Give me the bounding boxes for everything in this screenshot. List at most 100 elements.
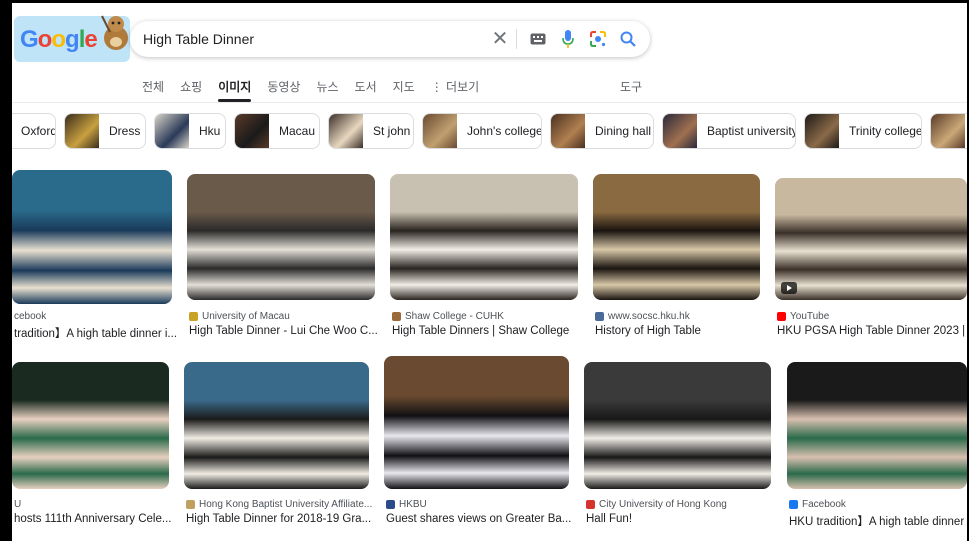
tab-3[interactable]: 동영상 [267, 78, 300, 100]
chip-thumbnail [235, 114, 269, 148]
result-thumbnail[interactable] [593, 174, 760, 300]
chip-label: Oxford [21, 124, 56, 138]
result-thumbnail[interactable] [12, 362, 169, 489]
result-title[interactable]: hosts 111th Anniversary Cele... [14, 513, 181, 525]
chip-7[interactable]: Baptist university [662, 113, 796, 149]
tab-1[interactable]: 쇼핑 [180, 78, 202, 100]
chip-label: Baptist university [707, 124, 796, 138]
result-thumbnail[interactable] [775, 178, 967, 300]
favicon-icon [186, 500, 195, 509]
result-source[interactable]: HKBU [386, 499, 581, 510]
chip-6[interactable]: Dining hall [550, 113, 654, 149]
result-title[interactable]: HKU PGSA High Table Dinner 2023 | C [777, 325, 969, 337]
result-source[interactable]: Shaw College - CUHK [392, 311, 590, 322]
chip-9[interactable] [930, 113, 967, 149]
chip-label: St john [373, 124, 411, 138]
source-name: HKBU [399, 499, 427, 510]
tab-2[interactable]: 이미지 [218, 78, 252, 102]
related-searches-chips: Oxford Dress Hku Macau St john John's college… [12, 113, 967, 151]
tab-7[interactable]: ⋮ 더보기 [431, 78, 479, 100]
result-thumbnail[interactable] [187, 174, 375, 300]
chip-thumbnail [329, 114, 363, 148]
source-name: Hong Kong Baptist University Affiliate..… [199, 499, 373, 510]
video-play-icon [781, 282, 797, 294]
chip-label: Macau [279, 124, 316, 138]
source-name: www.socsc.hku.hk [608, 311, 690, 322]
source-name: cebook [14, 311, 47, 322]
result-source[interactable]: University of Macau [189, 311, 387, 322]
google-lens-icon[interactable] [588, 29, 608, 49]
result-source[interactable]: www.socsc.hku.hk [595, 311, 772, 322]
chip-thumbnail [423, 114, 457, 148]
chip-1[interactable]: Dress [64, 113, 146, 149]
result-title[interactable]: HKU tradition】A high table dinner ... [789, 513, 969, 529]
search-tabs: 전체 쇼핑 이미지 동영상 뉴스 도서 지도 ⋮ 더보기 [142, 78, 495, 102]
header-divider [12, 102, 967, 103]
chip-label: Dress [109, 124, 141, 138]
doodle-animal-icon [101, 15, 128, 50]
chip-thumbnail [663, 114, 697, 148]
google-doodle-logo[interactable]: Google [14, 10, 132, 68]
chip-thumbnail [155, 114, 189, 148]
result-title[interactable]: tradition】A high table dinner i... [14, 325, 184, 341]
chip-thumbnail [805, 114, 839, 148]
chip-thumbnail [551, 114, 585, 148]
search-input[interactable] [143, 21, 483, 57]
favicon-icon [777, 312, 786, 321]
chip-8[interactable]: Trinity college [804, 113, 922, 149]
source-name: U [14, 499, 22, 510]
source-name: University of Macau [202, 311, 290, 322]
result-source[interactable]: U [14, 499, 181, 510]
result-thumbnail[interactable] [390, 174, 578, 300]
favicon-icon [595, 312, 604, 321]
result-title[interactable]: Guest shares views on Greater Ba... [386, 513, 581, 525]
chip-label: Dining hall [595, 124, 652, 138]
favicon-icon [386, 500, 395, 509]
source-name: Facebook [802, 499, 846, 510]
chip-3[interactable]: Macau [234, 113, 320, 149]
chip-thumbnail [931, 114, 965, 148]
clear-icon[interactable]: ✕ [490, 28, 510, 50]
result-thumbnail[interactable] [12, 170, 172, 304]
chip-label: John's college [467, 124, 542, 138]
result-thumbnail[interactable] [584, 362, 771, 489]
result-title[interactable]: Hall Fun! [586, 513, 783, 525]
result-thumbnail[interactable] [384, 356, 569, 489]
chip-thumbnail [65, 114, 99, 148]
chip-4[interactable]: St john [328, 113, 414, 149]
tab-5[interactable]: 도서 [355, 78, 377, 100]
result-source[interactable]: YouTube [777, 311, 969, 322]
result-title[interactable]: High Table Dinner - Lui Che Woo C... [189, 325, 387, 337]
favicon-icon [189, 312, 198, 321]
favicon-icon [392, 312, 401, 321]
chip-label: Trinity college [849, 124, 922, 138]
microphone-icon[interactable] [558, 29, 578, 49]
logo-wordmark: Google [20, 26, 98, 53]
tab-4[interactable]: 뉴스 [316, 78, 338, 100]
search-icon[interactable] [618, 29, 638, 49]
source-name: YouTube [790, 311, 830, 322]
source-name: Shaw College - CUHK [405, 311, 504, 322]
search-box[interactable]: ✕ [130, 21, 650, 57]
chip-5[interactable]: John's college [422, 113, 542, 149]
result-source[interactable]: Hong Kong Baptist University Affiliate..… [186, 499, 381, 510]
tab-0[interactable]: 전체 [142, 78, 164, 100]
result-title[interactable]: High Table Dinners | Shaw College [392, 325, 590, 337]
chip-0[interactable]: Oxford [12, 113, 56, 149]
result-source[interactable]: City University of Hong Kong [586, 499, 783, 510]
result-thumbnail[interactable] [184, 362, 369, 489]
favicon-icon [789, 500, 798, 509]
tab-6[interactable]: 지도 [393, 78, 415, 100]
source-name: City University of Hong Kong [599, 499, 727, 510]
search-divider [516, 29, 517, 49]
tools-button[interactable]: 도구 [620, 78, 642, 95]
result-title[interactable]: High Table Dinner for 2018-19 Gra... [186, 513, 381, 525]
keyboard-icon[interactable] [528, 29, 548, 49]
result-title[interactable]: History of High Table [595, 325, 772, 337]
chip-label: Hku [199, 124, 221, 138]
result-source[interactable]: cebook [14, 311, 184, 322]
chip-2[interactable]: Hku [154, 113, 226, 149]
favicon-icon [586, 500, 595, 509]
result-source[interactable]: Facebook [789, 499, 969, 510]
result-thumbnail[interactable] [787, 362, 967, 489]
